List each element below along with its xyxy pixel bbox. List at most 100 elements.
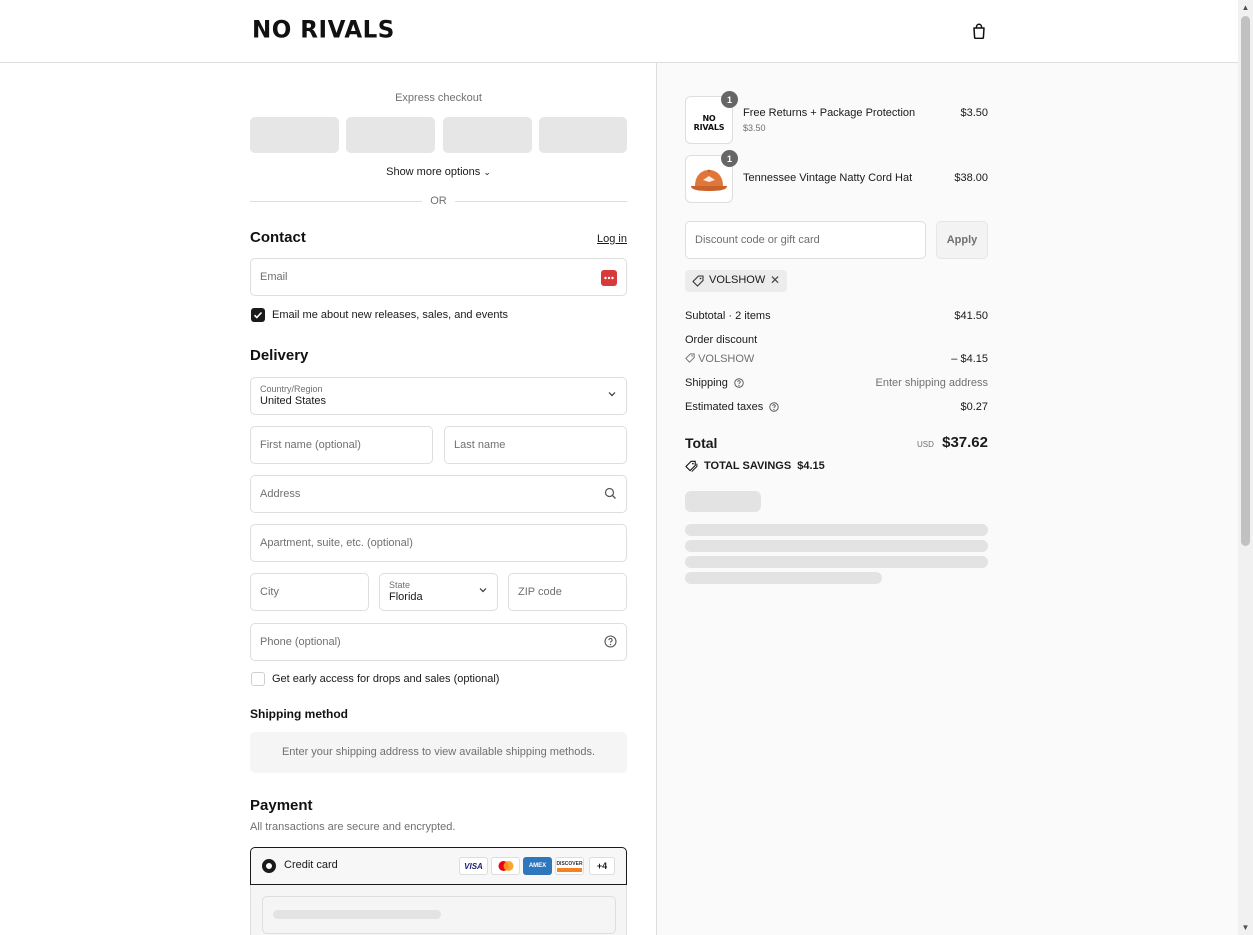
- state-label: State: [389, 580, 411, 590]
- credit-card-label: Credit card: [284, 859, 338, 871]
- credit-card-radio[interactable]: [262, 859, 276, 873]
- total-label: Total: [685, 435, 718, 451]
- discover-label: DISCOVER: [556, 860, 583, 867]
- delivery-heading: Delivery: [250, 347, 309, 364]
- card-number-field-loading[interactable]: [262, 896, 616, 934]
- apartment-field[interactable]: Apartment, suite, etc. (optional): [250, 524, 627, 562]
- shipping-value: Enter shipping address: [875, 377, 988, 389]
- email-placeholder: Email: [260, 271, 288, 283]
- loading-skeleton: [685, 491, 761, 512]
- early-access-checkbox[interactable]: [251, 672, 265, 686]
- checkmark-icon: [253, 311, 263, 319]
- login-link[interactable]: Log in: [597, 233, 627, 245]
- item-variant: $3.50: [743, 123, 766, 133]
- help-circle-icon[interactable]: [604, 635, 617, 651]
- cart-button[interactable]: [968, 20, 990, 42]
- country-label: Country/Region: [260, 384, 323, 394]
- zip-field[interactable]: ZIP code: [508, 573, 627, 611]
- contact-heading: Contact: [250, 229, 306, 246]
- checkout-header: NO RIVALS: [0, 0, 1238, 63]
- subtotal-label: Subtotal · 2 items: [685, 310, 771, 322]
- zip-placeholder: ZIP code: [518, 586, 562, 598]
- thumbnail-logo: NO RIVALS: [693, 114, 725, 132]
- phone-field[interactable]: Phone (optional): [250, 623, 627, 661]
- amex-card-icon: AMEX: [523, 857, 552, 875]
- chevron-down-icon: ⌄: [483, 167, 491, 177]
- item-price: $38.00: [954, 172, 988, 184]
- show-more-label: Show more options: [386, 166, 481, 178]
- search-icon: [604, 487, 617, 503]
- express-checkout-title: Express checkout: [395, 92, 482, 104]
- tag-icon: [685, 353, 695, 366]
- shopping-bag-icon: [973, 23, 985, 39]
- currency-label: USD: [917, 440, 934, 449]
- discount-code-row: VOLSHOW: [685, 353, 754, 366]
- apply-discount-button[interactable]: Apply: [936, 221, 988, 259]
- discover-card-icon: DISCOVER: [555, 857, 584, 875]
- express-pay-button-3[interactable]: [443, 117, 532, 153]
- shipping-row: Shipping: [685, 377, 744, 391]
- early-access-label: Get early access for drops and sales (op…: [272, 673, 500, 685]
- scroll-thumb[interactable]: [1241, 16, 1250, 546]
- help-circle-icon[interactable]: [734, 378, 744, 391]
- state-select[interactable]: State Florida: [379, 573, 498, 611]
- payment-heading: Payment: [250, 797, 313, 814]
- shipping-method-heading: Shipping method: [250, 707, 348, 721]
- first-name-placeholder: First name (optional): [260, 439, 361, 451]
- loading-skeleton: [273, 910, 441, 919]
- last-name-field[interactable]: Last name: [444, 426, 627, 464]
- country-select[interactable]: Country/Region United States: [250, 377, 627, 415]
- tag-icon: [685, 460, 698, 475]
- credit-card-option[interactable]: Credit card VISA AMEX DISCOVER +4: [250, 847, 627, 885]
- email-field[interactable]: Email: [250, 258, 627, 296]
- express-pay-button-1[interactable]: [250, 117, 339, 153]
- newsletter-checkbox[interactable]: [251, 308, 265, 322]
- discount-value: – $4.15: [951, 353, 988, 365]
- order-discount-label: Order discount: [685, 334, 758, 346]
- chevron-down-icon: [479, 586, 487, 597]
- help-circle-icon[interactable]: [769, 402, 780, 415]
- quantity-badge: 1: [721, 150, 738, 167]
- apartment-placeholder: Apartment, suite, etc. (optional): [260, 537, 413, 549]
- loading-skeleton: [685, 572, 882, 584]
- subtotal-value: $41.50: [954, 310, 988, 322]
- password-manager-icon[interactable]: [601, 270, 617, 289]
- applied-code-label: VOLSHOW: [709, 274, 766, 286]
- show-more-options-button[interactable]: Show more options ⌄: [250, 166, 627, 178]
- first-name-field[interactable]: First name (optional): [250, 426, 433, 464]
- country-value: United States: [260, 395, 327, 407]
- express-pay-button-2[interactable]: [346, 117, 435, 153]
- item-name: Free Returns + Package Protection: [743, 107, 916, 119]
- total-value: $37.62: [942, 434, 988, 451]
- mastercard-card-icon: [491, 857, 520, 875]
- city-field[interactable]: City: [250, 573, 369, 611]
- address-field[interactable]: Address: [250, 475, 627, 513]
- chevron-down-icon: [608, 390, 616, 401]
- express-pay-button-4[interactable]: [539, 117, 627, 153]
- store-logo[interactable]: NO RIVALS: [252, 16, 395, 43]
- scroll-down-arrow-icon[interactable]: ▼: [1238, 920, 1253, 935]
- payment-subtitle: All transactions are secure and encrypte…: [250, 821, 456, 833]
- taxes-row: Estimated taxes: [685, 401, 780, 415]
- item-price: $3.50: [960, 107, 988, 119]
- shipping-method-message: Enter your shipping address to view avai…: [250, 732, 627, 773]
- applied-discount-chip: VOLSHOW ✕: [685, 270, 787, 292]
- last-name-placeholder: Last name: [454, 439, 506, 451]
- loading-skeleton: [685, 524, 988, 536]
- discount-code-label: VOLSHOW: [698, 353, 755, 365]
- savings-value: $4.15: [797, 460, 825, 472]
- taxes-value: $0.27: [960, 401, 988, 413]
- or-divider: OR: [250, 195, 627, 209]
- credit-card-form: [250, 885, 627, 935]
- discount-placeholder: Discount code or gift card: [695, 234, 820, 246]
- address-placeholder: Address: [260, 488, 301, 500]
- remove-discount-icon[interactable]: ✕: [770, 273, 780, 287]
- more-cards-badge: +4: [589, 857, 615, 875]
- city-placeholder: City: [260, 586, 279, 598]
- total-savings: TOTAL SAVINGS $4.15: [704, 460, 825, 472]
- discount-code-field[interactable]: Discount code or gift card: [685, 221, 926, 259]
- newsletter-label: Email me about new releases, sales, and …: [272, 309, 509, 321]
- visa-card-icon: VISA: [459, 857, 488, 875]
- page-scrollbar[interactable]: ▲ ▼: [1238, 0, 1253, 935]
- scroll-up-arrow-icon[interactable]: ▲: [1238, 0, 1253, 15]
